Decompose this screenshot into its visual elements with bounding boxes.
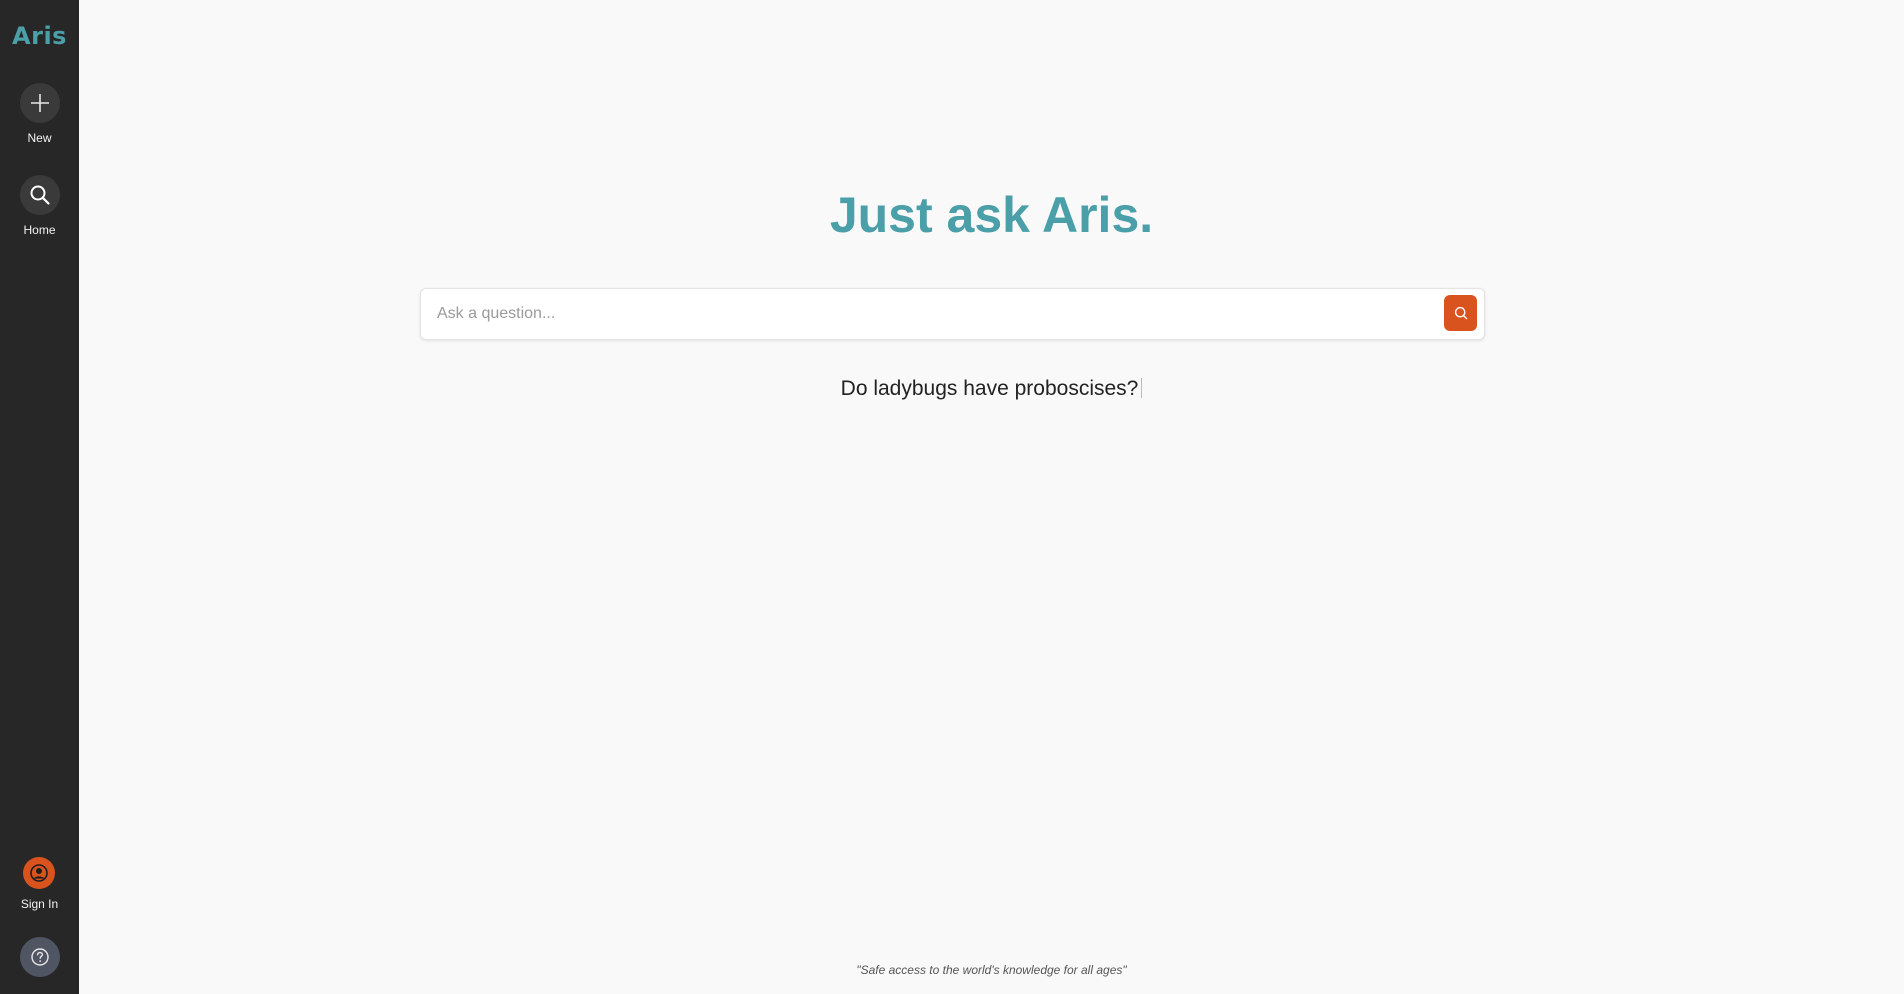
new-button-circle[interactable] [19,83,60,123]
main-content: Just ask Aris. Do ladybugs have probosci… [79,0,1904,994]
home-button-circle[interactable] [19,175,60,215]
sign-in-button[interactable]: Sign In [21,857,58,911]
sign-in-label: Sign In [20,897,59,911]
search-icon [30,185,50,205]
sign-in-avatar[interactable] [23,857,56,889]
suggested-question-text: Do ladybugs have proboscises? [840,377,1139,400]
search-icon [1454,306,1467,320]
help-icon [30,948,49,966]
tagline: "Safe access to the world's knowledge fo… [856,963,1127,977]
plus-icon [30,94,49,112]
new-button[interactable]: New [19,83,60,145]
search-button[interactable] [1444,295,1477,331]
user-icon [30,864,49,882]
app-logo[interactable]: Aris [12,22,67,50]
home-label: Home [23,223,56,237]
page-title: Just ask Aris. [829,187,1154,243]
new-label: New [27,131,52,145]
search-bar [420,288,1485,340]
sidebar: Aris New Home Sign In [0,0,79,994]
search-input[interactable] [437,289,1427,339]
typing-caret [1141,378,1143,398]
home-button[interactable]: Home [19,175,60,237]
help-button[interactable] [19,937,60,977]
suggested-question[interactable]: Do ladybugs have proboscises? [79,377,1904,401]
